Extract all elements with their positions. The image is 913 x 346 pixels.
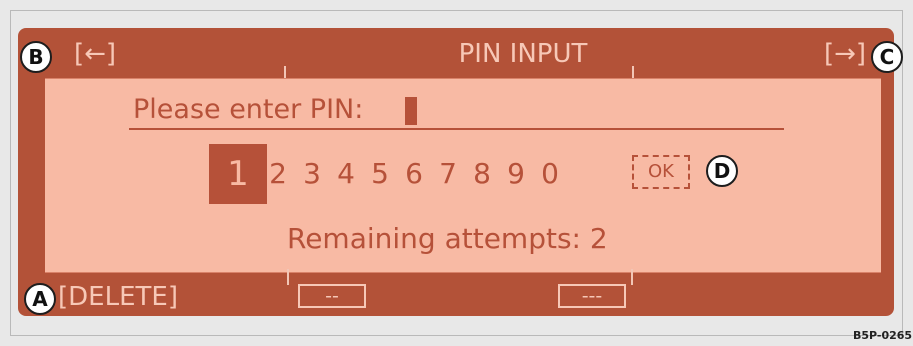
digit-0[interactable]: 0 bbox=[537, 144, 563, 204]
digit-1[interactable]: 1 bbox=[209, 144, 267, 204]
callout-d: D bbox=[706, 155, 738, 187]
back-arrow-button[interactable]: [←] bbox=[74, 39, 116, 69]
forward-arrow-button[interactable]: [→] bbox=[824, 39, 866, 69]
digit-8[interactable]: 8 bbox=[469, 144, 495, 204]
top-separator-right bbox=[632, 66, 634, 78]
callout-a: A bbox=[24, 283, 56, 315]
delete-button[interactable]: [DELETE] bbox=[58, 282, 178, 312]
softkey-2[interactable]: --- bbox=[558, 284, 626, 308]
bottom-separator-left bbox=[287, 269, 289, 285]
input-underline bbox=[129, 128, 784, 130]
bottom-separator-right bbox=[631, 269, 633, 285]
digit-6[interactable]: 6 bbox=[401, 144, 427, 204]
callout-b: B bbox=[20, 41, 52, 73]
page-title: PIN INPUT bbox=[458, 39, 588, 69]
digit-9[interactable]: 9 bbox=[503, 144, 529, 204]
top-separator-left bbox=[284, 66, 286, 78]
digit-3[interactable]: 3 bbox=[299, 144, 325, 204]
softkey-1[interactable]: -- bbox=[298, 284, 366, 308]
pin-prompt: Please enter PIN: bbox=[133, 94, 364, 125]
top-bar: [←] PIN INPUT [→] bbox=[18, 28, 894, 78]
figure-code: B5P-0265 bbox=[853, 329, 913, 342]
digit-7[interactable]: 7 bbox=[435, 144, 461, 204]
digit-2[interactable]: 2 bbox=[265, 144, 291, 204]
text-cursor bbox=[405, 97, 417, 125]
digit-picker: 1 2 3 4 5 6 7 8 9 0 bbox=[205, 144, 635, 204]
digit-5[interactable]: 5 bbox=[367, 144, 393, 204]
remaining-attempts: Remaining attempts: 2 bbox=[287, 222, 608, 255]
digit-4[interactable]: 4 bbox=[333, 144, 359, 204]
ok-button[interactable]: OK bbox=[632, 155, 690, 189]
callout-c: C bbox=[871, 41, 903, 73]
